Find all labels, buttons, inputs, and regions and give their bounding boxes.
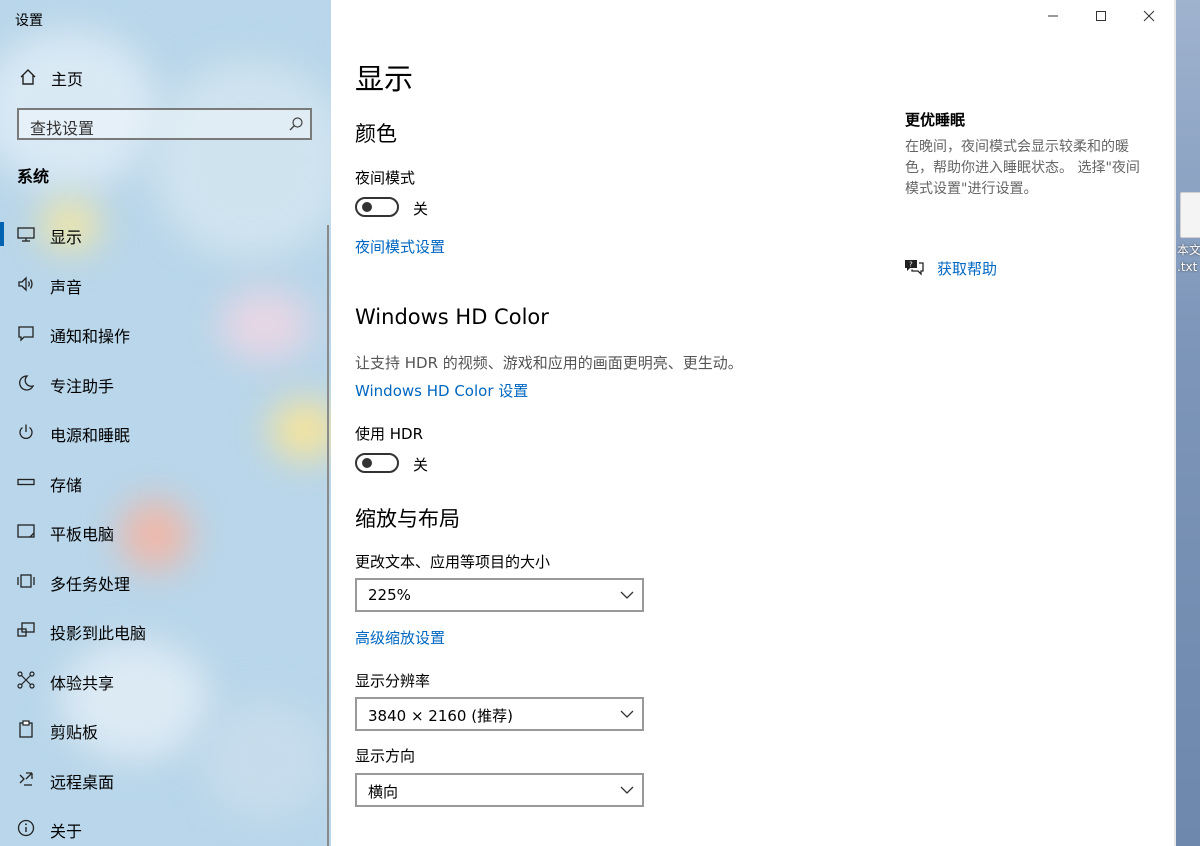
get-help-link[interactable]: 获取帮助 [937, 258, 997, 279]
resolution-dropdown[interactable]: 3840 × 2160 (推荐) [355, 697, 644, 731]
search-input[interactable]: 查找设置 [17, 108, 312, 140]
sidebar-item-label: 平板电脑 [50, 525, 115, 544]
sidebar-item-label: 专注助手 [50, 377, 115, 396]
sidebar-item-shared-experiences[interactable]: 体验共享 [0, 660, 331, 700]
night-light-label: 夜间模式 [355, 169, 416, 187]
night-light-toggle[interactable] [355, 197, 399, 217]
sidebar-item-power[interactable]: 电源和睡眠 [0, 412, 331, 452]
page-title: 显示 [355, 62, 414, 96]
sleep-tip-description: 在晚间，夜间模式会显示较柔和的暖色，帮助你进入睡眠状态。 选择"夜间模式设置"进… [905, 139, 1140, 197]
use-hdr-toggle[interactable] [355, 453, 399, 473]
sidebar-item-home[interactable]: 主页 [0, 58, 331, 96]
sidebar-item-label: 远程桌面 [50, 773, 115, 792]
advanced-scaling-link[interactable]: 高级缩放设置 [355, 627, 445, 648]
svg-text:?: ? [909, 261, 913, 269]
sidebar-item-label: 多任务处理 [50, 575, 131, 594]
desktop-file-label[interactable]: 本文 .txt [1177, 242, 1200, 276]
hdr-description: 让支持 HDR 的视频、游戏和应用的画面更明亮、更生动。 [355, 354, 743, 372]
notification-icon [18, 326, 34, 342]
remote-icon [19, 772, 33, 786]
use-hdr-state: 关 [413, 456, 429, 474]
sidebar-item-multitasking[interactable]: 多任务处理 [0, 561, 331, 601]
app-title: 设置 [15, 13, 43, 29]
sidebar-item-label: 关于 [50, 822, 83, 841]
sidebar-item-label: 体验共享 [50, 674, 115, 693]
use-hdr-label: 使用 HDR [355, 425, 424, 443]
close-button[interactable] [1126, 0, 1172, 32]
color-heading: 颜色 [355, 122, 397, 146]
minimize-icon [1048, 15, 1058, 17]
desktop-background: 本文 .txt [1176, 0, 1200, 846]
monitor-icon [17, 227, 35, 242]
maximize-button[interactable] [1078, 0, 1124, 32]
sidebar-item-label: 存储 [50, 476, 83, 495]
scale-size-dropdown[interactable]: 225% [355, 578, 644, 612]
info-icon [17, 819, 35, 837]
power-icon [19, 424, 33, 439]
project-icon [17, 622, 35, 637]
tablet-icon [17, 524, 35, 538]
sidebar-item-focus-assist[interactable]: 专注助手 [0, 363, 331, 403]
resolution-label: 显示分辨率 [355, 672, 431, 690]
home-icon [20, 69, 36, 85]
sidebar-item-notifications[interactable]: 通知和操作 [0, 313, 331, 353]
sidebar-scrollbar[interactable] [327, 225, 329, 846]
close-icon [1143, 10, 1155, 22]
sidebar-item-label: 剪贴板 [50, 723, 99, 742]
sidebar-item-display[interactable]: 显示 [0, 214, 331, 254]
help-chat-icon: ? [905, 260, 924, 276]
moon-icon [19, 375, 35, 391]
sidebar-item-tablet[interactable]: 平板电脑 [0, 511, 331, 551]
maximize-icon [1096, 11, 1106, 21]
orientation-label: 显示方向 [355, 747, 416, 765]
scale-heading: 缩放与布局 [355, 507, 460, 531]
speaker-icon [18, 276, 33, 292]
sidebar-item-label: 电源和睡眠 [50, 426, 131, 445]
minimize-button[interactable] [1030, 0, 1076, 32]
hdr-heading: Windows HD Color [355, 305, 549, 329]
main-content: 显示 颜色 夜间模式 关 夜间模式设置 Windows HD Color 让支持… [331, 0, 1176, 846]
settings-window: 设置 主页 查找设置 系统 显示 声音 通知和操作 专注助手 电源和睡眠 存储 … [0, 0, 1176, 846]
text-file-icon[interactable] [1180, 192, 1200, 238]
scale-size-value: 225% [368, 586, 411, 604]
sidebar-item-sound[interactable]: 声音 [0, 264, 331, 304]
home-label: 主页 [51, 70, 84, 89]
storage-icon [17, 478, 35, 486]
main-scrollbar[interactable] [1174, 0, 1176, 846]
night-light-settings-link[interactable]: 夜间模式设置 [355, 236, 445, 257]
sidebar-item-about[interactable]: 关于 [0, 808, 331, 846]
multitask-icon [17, 574, 35, 588]
search-placeholder: 查找设置 [30, 119, 95, 138]
chevron-down-icon [620, 786, 634, 794]
sidebar-item-label: 投影到此电脑 [50, 624, 147, 643]
scale-size-label: 更改文本、应用等项目的大小 [355, 553, 551, 571]
chevron-down-icon [620, 710, 634, 718]
section-label: 系统 [17, 167, 50, 186]
sidebar-item-clipboard[interactable]: 剪贴板 [0, 709, 331, 749]
sidebar-item-project[interactable]: 投影到此电脑 [0, 610, 331, 650]
sidebar: 设置 主页 查找设置 系统 显示 声音 通知和操作 专注助手 电源和睡眠 存储 … [0, 0, 331, 846]
sidebar-item-label: 显示 [50, 228, 83, 247]
resolution-value: 3840 × 2160 (推荐) [368, 707, 513, 725]
sidebar-item-storage[interactable]: 存储 [0, 462, 331, 502]
search-icon [289, 117, 303, 131]
sleep-tip-title: 更优睡眠 [905, 111, 966, 129]
window-controls [1026, 0, 1176, 32]
sidebar-item-remote-desktop[interactable]: 远程桌面 [0, 759, 331, 799]
hdr-settings-link[interactable]: Windows HD Color 设置 [355, 380, 528, 401]
clipboard-icon [19, 720, 33, 738]
orientation-dropdown[interactable]: 横向 [355, 773, 644, 807]
sidebar-item-label: 通知和操作 [50, 327, 131, 346]
share-icon [17, 671, 35, 689]
night-light-state: 关 [413, 200, 429, 218]
orientation-value: 横向 [368, 783, 399, 801]
chevron-down-icon [620, 591, 634, 599]
sidebar-item-label: 声音 [50, 278, 83, 297]
